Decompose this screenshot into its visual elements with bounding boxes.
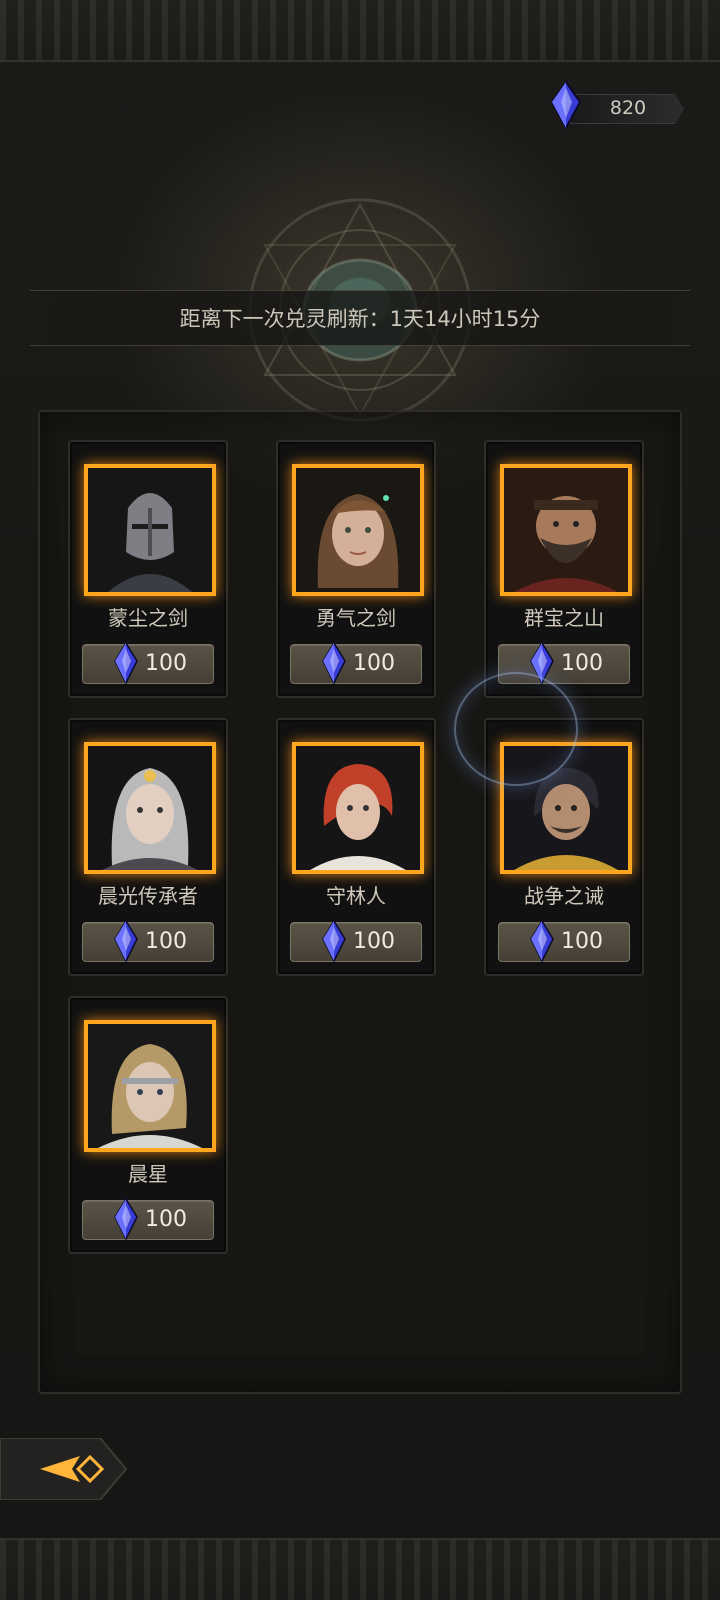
armored-knight-portrait (88, 468, 212, 592)
exchange-screen: 820 距离下一次兑灵刷新：1天14小时15分 蒙尘之剑 100 勇气之剑 10… (0, 0, 720, 1600)
top-ornament-border (0, 0, 720, 62)
hero-portrait-frame (84, 742, 216, 874)
buy-button[interactable]: 100 (290, 919, 422, 963)
hero-portrait-frame (84, 1020, 216, 1152)
young-woman-portrait (296, 468, 420, 592)
blue-crystal-icon (322, 919, 346, 963)
hero-card[interactable]: 蒙尘之剑 100 (68, 440, 228, 698)
buy-button[interactable]: 100 (498, 919, 630, 963)
hero-portrait-frame (292, 464, 424, 596)
silver-haired-knight-portrait (88, 746, 212, 870)
hero-name: 战争之诫 (524, 884, 604, 908)
blue-crystal-icon (114, 919, 138, 963)
hero-card[interactable]: 晨光传承者 100 (68, 718, 228, 976)
buy-button[interactable]: 100 (82, 1197, 214, 1241)
hero-card[interactable]: 守林人 100 (276, 718, 436, 976)
price-value: 100 (561, 929, 603, 954)
buy-button[interactable]: 100 (290, 641, 422, 685)
price-value: 100 (353, 651, 395, 676)
red-haired-ranger-portrait (296, 746, 420, 870)
currency-amount: 820 (609, 97, 647, 119)
blue-crystal-icon (114, 641, 138, 685)
hero-card[interactable]: 晨星 100 (68, 996, 228, 1254)
refresh-timer-text: 距离下一次兑灵刷新：1天14小时15分 (179, 307, 541, 331)
blonde-warrior-portrait (88, 1024, 212, 1148)
hero-name: 守林人 (326, 884, 386, 908)
hero-name: 群宝之山 (524, 606, 604, 630)
price-value: 100 (353, 929, 395, 954)
hero-portrait-frame (84, 464, 216, 596)
blue-crystal-icon (114, 1197, 138, 1241)
refresh-timer-banner: 距离下一次兑灵刷新：1天14小时15分 (30, 290, 690, 346)
price-value: 100 (145, 929, 187, 954)
back-button[interactable] (0, 1438, 128, 1500)
bearded-warrior-portrait (504, 468, 628, 592)
buy-button[interactable]: 100 (82, 919, 214, 963)
hero-name: 晨星 (128, 1162, 168, 1186)
hero-name: 晨光传承者 (98, 884, 198, 908)
buy-button[interactable]: 100 (82, 641, 214, 685)
bubble-effect (454, 672, 578, 786)
price-value: 100 (561, 651, 603, 676)
hero-name: 勇气之剑 (316, 606, 396, 630)
price-value: 100 (145, 1207, 187, 1232)
blue-crystal-icon (530, 919, 554, 963)
blue-crystal-icon (322, 641, 346, 685)
hero-portrait-frame (500, 464, 632, 596)
blue-crystal-icon (550, 80, 582, 130)
hero-card[interactable]: 群宝之山 100 (484, 440, 644, 698)
price-value: 100 (145, 651, 187, 676)
crystal-currency-display: 820 (548, 80, 688, 130)
hero-portrait-frame (292, 742, 424, 874)
hero-card[interactable]: 勇气之剑 100 (276, 440, 436, 698)
bottom-ornament-border (0, 1538, 720, 1600)
hero-name: 蒙尘之剑 (108, 606, 188, 630)
